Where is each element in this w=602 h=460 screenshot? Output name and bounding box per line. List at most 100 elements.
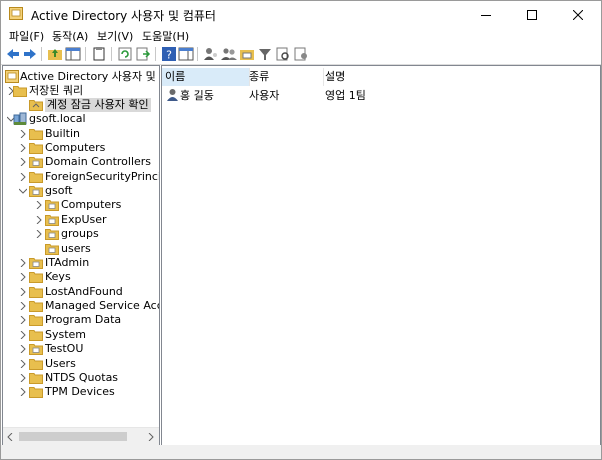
new-group-icon[interactable] [221,46,237,62]
show-hide-pane-icon[interactable] [178,46,194,62]
maximize-button[interactable] [509,1,555,28]
tree-item-label: Keys [45,270,71,283]
chevron-right-icon[interactable] [19,316,27,324]
refresh-icon[interactable] [117,46,133,62]
toolbar-separator [155,47,156,61]
tree-item-label: 저장된 쿼리 [29,84,84,97]
ou-icon [45,200,59,211]
tree-item-gsoft[interactable]: gsoft [3,184,159,198]
tree-item-builtin[interactable]: Builtin [3,127,159,141]
tree-item-domain[interactable]: gsoft.local [3,112,159,126]
tree-item-label: ForeignSecurityPrincipals [45,170,160,183]
tree-item-itadmin[interactable]: ITAdmin [3,256,159,270]
tree-root[interactable]: Active Directory 사용자 및 컴퓨터 [3,70,159,84]
chevron-down-icon[interactable] [19,187,27,195]
menu-view[interactable]: 보기(V) [97,28,133,44]
export-list-icon[interactable] [135,46,151,62]
minimize-button[interactable] [463,1,509,28]
close-button[interactable] [555,1,601,28]
chevron-right-icon[interactable] [19,302,27,310]
toolbar-separator [41,47,42,61]
forward-icon[interactable] [22,46,38,62]
svg-text:?: ? [166,49,172,62]
tree-item-computers[interactable]: Computers [3,141,159,155]
domain-icon [13,112,27,125]
column-header-description[interactable]: 설명 [322,68,435,86]
tree-item-label: users [61,242,91,255]
chevron-right-icon[interactable] [35,230,43,238]
tree-item-managed-service-accounts[interactable]: Managed Service Account [3,299,159,313]
chevron-right-icon[interactable] [19,345,27,353]
console-tree-icon[interactable] [65,46,81,62]
folder-icon [29,287,43,298]
tree-item-label: Computers [45,141,106,154]
back-icon[interactable] [5,46,21,62]
folder-icon [13,86,27,97]
help-icon[interactable]: ? [161,46,177,62]
root-console-icon [5,70,19,83]
properties-icon[interactable] [91,46,107,62]
tree-item-locked-users-query[interactable]: 계정 잠금 사용자 확인 [3,98,159,112]
new-user-icon[interactable] [203,46,219,62]
add-to-group-icon[interactable] [293,46,309,62]
chevron-right-icon[interactable] [19,144,27,152]
tree-item-gsoft-expuser[interactable]: ExpUser [3,213,159,227]
column-header-type[interactable]: 종류 [246,68,324,86]
tree-item-saved-queries[interactable]: 저장된 쿼리 [3,84,159,98]
tree-item-gsoft-users[interactable]: users [3,242,159,256]
chevron-right-icon[interactable] [35,216,43,224]
tree-item-domain-controllers[interactable]: Domain Controllers [3,155,159,169]
tree-item-ntds-quotas[interactable]: NTDS Quotas [3,371,159,385]
tree-item-label: LostAndFound [45,285,123,298]
horizontal-scrollbar[interactable] [3,427,159,445]
menu-file[interactable]: 파일(F) [9,28,44,44]
tree-item-label: Users [45,357,76,370]
chevron-right-icon[interactable] [19,158,27,166]
tree-item-program-data[interactable]: Program Data [3,313,159,327]
chevron-right-icon[interactable] [19,331,27,339]
menu-action[interactable]: 동작(A) [52,28,88,44]
chevron-right-icon[interactable] [35,201,43,209]
tree-item-label: Domain Controllers [45,155,152,168]
tree-item-users[interactable]: Users [3,357,159,371]
chevron-right-icon[interactable] [19,388,27,396]
chevron-right-icon[interactable] [19,374,27,382]
scroll-left-icon[interactable] [7,433,13,441]
chevron-right-icon[interactable] [19,130,27,138]
chevron-right-icon[interactable] [19,259,27,267]
scrollbar-thumb[interactable] [19,432,127,441]
filter-icon[interactable] [257,46,273,62]
saved-query-icon [29,100,43,111]
ou-icon [45,244,59,255]
up-folder-icon[interactable] [47,46,63,62]
menu-bar: 파일(F) 동작(A) 보기(V) 도움말(H) [1,28,601,44]
tree-item-lostandfound[interactable]: LostAndFound [3,285,159,299]
tree-item-foreign-security-principals[interactable]: ForeignSecurityPrincipals [3,170,159,184]
ou-icon [29,258,43,269]
tree-item-gsoft-computers[interactable]: Computers [3,198,159,212]
menu-help[interactable]: 도움말(H) [142,28,189,44]
tree-item-gsoft-groups[interactable]: groups [3,227,159,241]
chevron-right-icon[interactable] [19,360,27,368]
tree-item-label: Program Data [45,313,122,326]
tree-item-label: Managed Service Account [45,299,159,312]
scroll-right-icon[interactable] [148,433,154,441]
new-ou-icon[interactable] [239,46,255,62]
tree-item-keys[interactable]: Keys [3,270,159,284]
toolbar: ? [1,44,601,65]
folder-icon [29,330,43,341]
column-name-label: 이름 [165,70,186,83]
details-pane: 이름 종류 설명 홍 길동 사용자 영업 1팀 [161,65,601,446]
find-icon[interactable] [275,46,291,62]
tree-item-label: gsoft.local [29,112,86,125]
chevron-right-icon[interactable] [19,288,27,296]
column-desc-label: 설명 [325,70,346,83]
table-row[interactable]: 홍 길동 사용자 영업 1팀 [162,88,600,103]
tree-item-system[interactable]: System [3,328,159,342]
folder-icon [29,387,43,398]
chevron-right-icon[interactable] [19,273,27,281]
column-header-name[interactable]: 이름 [162,68,250,86]
tree-item-tpm-devices[interactable]: TPM Devices [3,385,159,399]
tree-item-testou[interactable]: TestOU [3,342,159,356]
chevron-right-icon[interactable] [19,173,27,181]
